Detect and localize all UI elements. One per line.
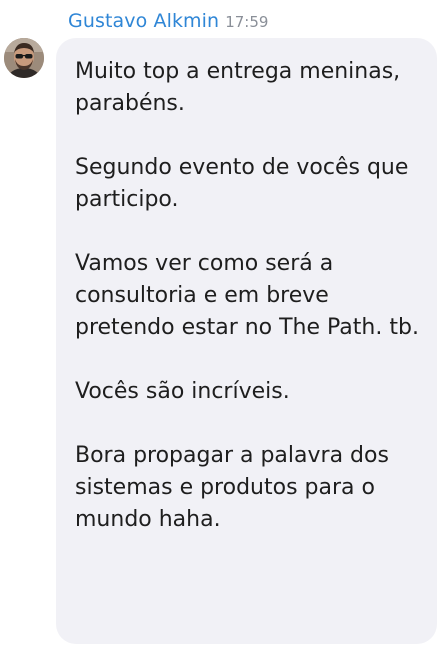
message-paragraph: Vocês são incríveis.: [75, 379, 290, 404]
sender-name[interactable]: Gustavo Alkmin: [68, 10, 219, 32]
avatar[interactable]: [4, 38, 44, 78]
chat-message: Gustavo Alkmin 17:59 Muito top a entrega…: [0, 0, 446, 652]
user-avatar-icon: [4, 38, 44, 78]
message-paragraph: Segundo evento de vocês que participo.: [75, 155, 409, 212]
message-bubble[interactable]: Muito top a entrega meninas, parabéns. S…: [56, 38, 437, 644]
message-header: Gustavo Alkmin 17:59: [68, 10, 268, 36]
message-paragraph: Muito top a entrega meninas, parabéns.: [75, 59, 401, 116]
message-paragraph: Vamos ver como será a consultoria e em b…: [75, 251, 419, 340]
message-paragraph: Bora propagar a palavra dos sistemas e p…: [75, 443, 389, 532]
message-timestamp: 17:59: [225, 13, 269, 31]
